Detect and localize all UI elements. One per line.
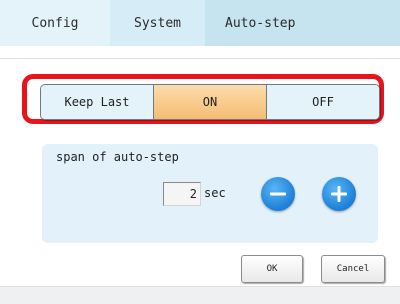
decrease-button[interactable]	[261, 177, 295, 211]
plus-icon	[331, 186, 347, 202]
tab-config-label: Config	[31, 15, 79, 31]
increase-button[interactable]	[322, 177, 356, 211]
tab-bar: Config System Auto-step	[0, 0, 400, 46]
tab-system[interactable]: System	[110, 0, 205, 46]
off-option[interactable]: OFF	[267, 85, 379, 119]
cancel-button[interactable]: Cancel	[321, 255, 385, 283]
span-unit: sec	[204, 186, 226, 200]
ok-label: OK	[266, 264, 278, 274]
tab-config[interactable]: Config	[0, 0, 110, 46]
span-label: span of auto-step	[56, 150, 179, 164]
bottom-strip	[0, 286, 400, 304]
tab-auto-step-label: Auto-step	[225, 15, 296, 31]
on-label: ON	[202, 95, 218, 109]
span-value: 2	[189, 187, 197, 201]
keep-last-option[interactable]: Keep Last	[41, 85, 154, 119]
on-option[interactable]: ON	[154, 85, 267, 119]
minus-icon	[270, 192, 286, 196]
cancel-label: Cancel	[336, 264, 370, 274]
tab-system-label: System	[134, 15, 181, 31]
span-panel: span of auto-step 2 sec	[42, 144, 378, 243]
mode-segmented-control: Keep Last ON OFF	[40, 84, 380, 120]
keep-last-label: Keep Last	[64, 95, 130, 109]
off-label: OFF	[312, 95, 334, 109]
ok-button[interactable]: OK	[241, 255, 303, 283]
tab-auto-step[interactable]: Auto-step	[205, 0, 400, 46]
span-value-field[interactable]: 2	[163, 182, 201, 206]
